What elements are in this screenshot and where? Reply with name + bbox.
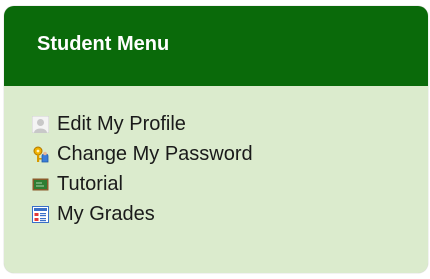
menu-item-edit-profile[interactable]: Edit My Profile xyxy=(31,109,253,139)
gradebook-icon xyxy=(32,205,49,223)
menu-item-label: Edit My Profile xyxy=(57,112,186,135)
key-password-icon xyxy=(32,146,49,163)
menu-item-label: My Grades xyxy=(57,202,155,225)
panel-title: Student Menu xyxy=(37,32,170,55)
student-menu-panel: Student Menu Edit My Profile Change My P… xyxy=(4,6,428,273)
student-menu-list: Edit My Profile Change My Password Tutor… xyxy=(31,109,253,229)
menu-item-my-grades[interactable]: My Grades xyxy=(32,199,253,229)
menu-item-label: Tutorial xyxy=(57,172,123,195)
menu-item-label: Change My Password xyxy=(57,142,253,165)
menu-item-tutorial[interactable]: Tutorial xyxy=(32,169,253,199)
panel-header: Student Menu xyxy=(4,6,428,86)
user-profile-icon xyxy=(31,115,50,133)
chalkboard-icon xyxy=(32,176,49,193)
menu-item-change-password[interactable]: Change My Password xyxy=(32,139,253,169)
